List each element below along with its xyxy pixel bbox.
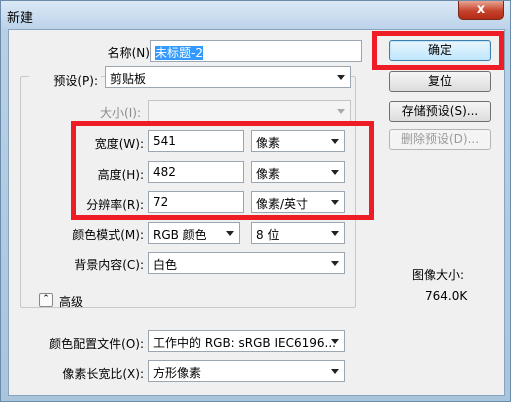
pixel-aspect-value: 方形像素: [153, 366, 202, 380]
bit-depth-value: 8 位: [256, 228, 280, 242]
image-size-value: 764.0K: [425, 289, 468, 303]
chevron-down-icon: [331, 339, 339, 344]
background-label: 背景内容(C):: [74, 258, 144, 272]
pixel-aspect-select[interactable]: 方形像素: [148, 360, 345, 382]
color-profile-select[interactable]: 工作中的 RGB: sRGB IEC6196...: [148, 330, 345, 352]
image-size-label: 图像大小:: [412, 268, 465, 282]
reset-button[interactable]: 复位: [389, 71, 491, 92]
chevron-down-icon: [331, 369, 339, 374]
color-profile-value: 工作中的 RGB: sRGB IEC6196...: [153, 336, 336, 350]
bit-depth-select[interactable]: 8 位: [251, 222, 345, 244]
highlight-box-dimensions: [71, 121, 374, 220]
background-select[interactable]: 白色: [148, 252, 345, 274]
pixel-aspect-label: 像素长宽比(X):: [62, 367, 144, 381]
preset-select[interactable]: 剪贴板: [105, 66, 351, 88]
collapse-advanced-icon[interactable]: ⌃: [39, 293, 53, 307]
advanced-label[interactable]: 高级: [59, 293, 83, 310]
save-preset-button[interactable]: 存储预设(S)...: [389, 101, 491, 122]
color-mode-select[interactable]: RGB 颜色: [148, 222, 240, 244]
dialog-body: 名称(N): 未标题-2 预设(P): 剪贴板 大小(I): 宽度(W): 54…: [8, 29, 505, 396]
size-label: 大小(I):: [100, 106, 141, 120]
name-input[interactable]: 未标题-2: [150, 40, 362, 62]
new-document-dialog: 新建 x 名称(N): 未标题-2 预设(P): 剪贴板 大小(I): 宽度(W…: [0, 0, 511, 402]
chevron-down-icon: [331, 231, 339, 236]
size-select[interactable]: [148, 100, 351, 122]
chevron-down-icon: [331, 261, 339, 266]
color-mode-value: RGB 颜色: [153, 228, 207, 242]
chevron-down-icon: [337, 75, 345, 80]
name-label: 名称(N):: [107, 46, 154, 60]
color-mode-label: 颜色模式(M):: [72, 228, 144, 242]
window-title: 新建: [7, 11, 34, 26]
title-bar[interactable]: 新建 x: [1, 1, 510, 29]
highlight-box-ok: [372, 31, 504, 70]
color-profile-label: 颜色配置文件(O):: [49, 337, 144, 351]
close-button[interactable]: x: [458, 1, 504, 20]
preset-value: 剪贴板: [110, 72, 147, 86]
chevron-down-icon: [226, 231, 234, 236]
chevron-down-icon: [337, 109, 345, 114]
name-input-value: 未标题-2: [155, 46, 203, 60]
preset-label: 预设(P):: [29, 72, 101, 89]
background-value: 白色: [153, 258, 178, 272]
delete-preset-button[interactable]: 删除预设(D)...: [389, 129, 491, 150]
